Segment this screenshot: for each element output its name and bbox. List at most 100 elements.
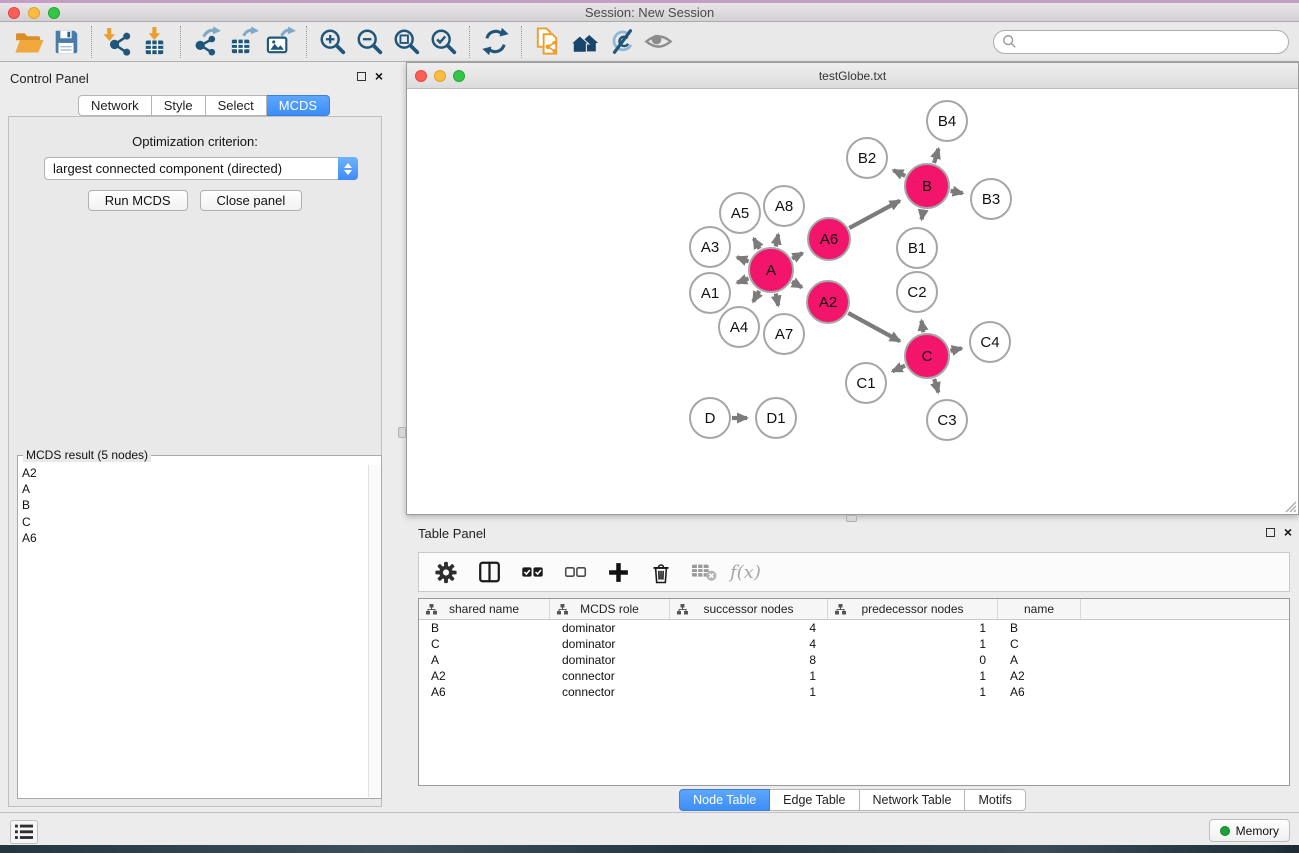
node-A4[interactable]: A4 (719, 307, 759, 347)
node-A[interactable]: A (749, 248, 793, 292)
edge-B-B3[interactable] (951, 191, 963, 193)
zoom-selected-button[interactable] (425, 24, 462, 60)
table-settings-button[interactable] (429, 556, 463, 588)
close-panel-icon[interactable]: × (1284, 527, 1292, 537)
node-C[interactable]: C (905, 334, 949, 378)
result-item[interactable]: C (20, 514, 367, 530)
import-table-button[interactable] (136, 24, 173, 60)
zoom-in-button[interactable] (314, 24, 351, 60)
tab-node-table[interactable]: Node Table (679, 789, 770, 811)
node-B[interactable]: B (905, 164, 949, 208)
edge-B-B4[interactable] (934, 149, 938, 163)
hide-labels-button[interactable] (603, 24, 640, 60)
edge-C-C2[interactable] (921, 321, 923, 333)
table-row[interactable]: Adominator80A (419, 652, 1289, 668)
tab-network-table[interactable]: Network Table (860, 789, 966, 811)
criterion-dropdown[interactable]: largest connected component (directed) (44, 157, 358, 180)
edge-A2-C[interactable] (848, 313, 900, 341)
column-header-successor-nodes[interactable]: successor nodes (670, 599, 828, 619)
splitter-grip-vertical[interactable] (398, 427, 406, 438)
maximize-window-button[interactable] (48, 7, 60, 19)
node-B2[interactable]: B2 (847, 138, 887, 178)
export-table-button[interactable] (225, 24, 262, 60)
column-header-predecessor-nodes[interactable]: predecessor nodes (828, 599, 998, 619)
save-session-button[interactable] (47, 24, 84, 60)
function-builder-button[interactable]: f(x) (730, 562, 761, 583)
apply-layout-button[interactable] (477, 24, 514, 60)
network-close-button[interactable] (415, 70, 427, 82)
network-window-titlebar[interactable]: testGlobe.txt (407, 63, 1298, 89)
node-A2[interactable]: A2 (807, 281, 849, 323)
float-panel-icon[interactable] (1266, 528, 1275, 537)
edge-B-B1[interactable] (922, 210, 924, 220)
show-graphics-details-button[interactable] (640, 24, 677, 60)
select-all-button[interactable] (515, 556, 549, 588)
window-resize-grip[interactable] (1283, 499, 1297, 513)
result-item[interactable]: A6 (20, 530, 367, 546)
show-task-history-button[interactable] (10, 820, 38, 844)
export-image-button[interactable] (262, 24, 299, 60)
result-item[interactable]: A2 (20, 465, 367, 481)
node-B1[interactable]: B1 (897, 228, 937, 268)
splitter-grip-horizontal[interactable] (846, 515, 857, 522)
edge-A-A5[interactable] (754, 238, 760, 248)
close-panel-icon[interactable]: × (375, 71, 383, 81)
memory-button[interactable]: Memory (1209, 819, 1290, 842)
node-D1[interactable]: D1 (756, 398, 796, 438)
search-input[interactable] (1017, 35, 1280, 49)
node-A1[interactable]: A1 (690, 273, 730, 313)
tab-motifs[interactable]: Motifs (965, 789, 1025, 811)
close-panel-button[interactable]: Close panel (200, 190, 303, 211)
tab-select[interactable]: Select (206, 95, 267, 116)
network-canvas[interactable]: B4B2BB3A8A5A6B1A3AA1C2A2A4A7C4CC1C3DD1 (407, 89, 1298, 514)
result-item[interactable]: A (20, 481, 367, 497)
column-header-shared-name[interactable]: shared name (419, 599, 550, 619)
network-maximize-button[interactable] (453, 70, 465, 82)
tab-style[interactable]: Style (152, 95, 206, 116)
node-C3[interactable]: C3 (927, 400, 967, 440)
run-mcds-button[interactable]: Run MCDS (88, 190, 188, 211)
edge-B-B2[interactable] (893, 170, 905, 176)
close-window-button[interactable] (8, 7, 20, 19)
node-A3[interactable]: A3 (690, 227, 730, 267)
tab-edge-table[interactable]: Edge Table (770, 789, 859, 811)
node-C2[interactable]: C2 (897, 272, 937, 312)
edge-A-A7[interactable] (776, 294, 778, 306)
unselect-all-button[interactable] (558, 556, 592, 588)
edge-A-A6[interactable] (792, 253, 802, 259)
export-network-button[interactable] (188, 24, 225, 60)
table-row[interactable]: Cdominator41C (419, 636, 1289, 652)
node-A8[interactable]: A8 (764, 186, 804, 226)
import-network-button[interactable] (99, 24, 136, 60)
float-panel-icon[interactable] (357, 72, 366, 81)
edge-A-A3[interactable] (737, 257, 748, 261)
zoom-fit-button[interactable] (388, 24, 425, 60)
edge-A-A4[interactable] (753, 291, 759, 302)
tab-network[interactable]: Network (78, 95, 152, 116)
edge-C-C3[interactable] (934, 379, 938, 392)
node-B3[interactable]: B3 (971, 179, 1011, 219)
result-item[interactable]: B (20, 497, 367, 513)
clear-table-button[interactable] (687, 556, 721, 588)
edge-A-A1[interactable] (737, 278, 748, 282)
edge-A-A8[interactable] (776, 234, 778, 246)
zoom-out-button[interactable] (351, 24, 388, 60)
search-field[interactable] (993, 30, 1289, 54)
edge-C-C4[interactable] (950, 348, 961, 351)
network-minimize-button[interactable] (434, 70, 446, 82)
create-column-button[interactable] (601, 556, 635, 588)
open-session-button[interactable] (10, 24, 47, 60)
column-header-name[interactable]: name (998, 599, 1081, 619)
new-network-from-selection-button[interactable] (529, 24, 566, 60)
node-A6[interactable]: A6 (808, 218, 850, 260)
toggle-column-panel-button[interactable] (472, 556, 506, 588)
table-row[interactable]: Bdominator41B (419, 620, 1289, 636)
node-A7[interactable]: A7 (764, 314, 804, 354)
result-scrollbar[interactable] (368, 465, 380, 797)
edge-C-C1[interactable] (893, 366, 906, 372)
edge-A6-B[interactable] (849, 201, 900, 228)
node-A5[interactable]: A5 (720, 193, 760, 233)
node-D[interactable]: D (690, 398, 730, 438)
table-row[interactable]: A2connector11A2 (419, 668, 1289, 684)
reset-panels-button[interactable] (566, 24, 603, 60)
